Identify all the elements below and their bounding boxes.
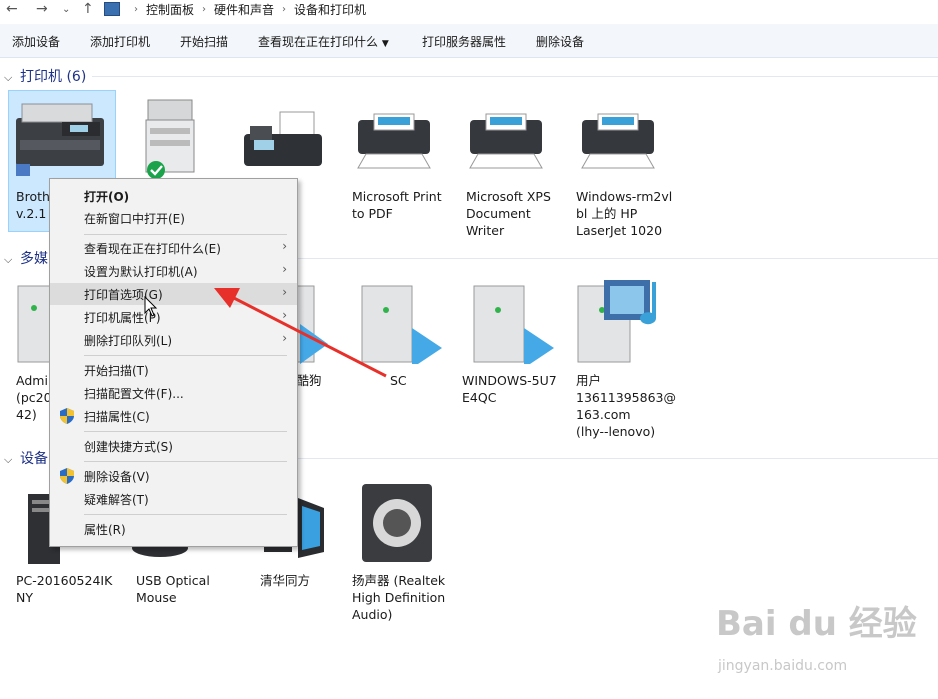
media-server-icon[interactable] xyxy=(14,284,54,364)
device-label: PC-20160524IK NY xyxy=(16,573,113,605)
group-divider xyxy=(92,76,938,77)
printer-label: Broth v.2.1 xyxy=(16,189,50,221)
group-divider xyxy=(296,458,938,459)
forward-icon[interactable]: → xyxy=(36,1,48,17)
menu-item-label: 扫描配置文件(F)... xyxy=(84,387,184,401)
device-label: 扬声器 (Realtek High Definition Audio) xyxy=(352,573,446,622)
media-label: SC xyxy=(390,373,407,388)
multifunction-printer-icon[interactable] xyxy=(12,96,108,176)
fax-icon[interactable] xyxy=(240,110,330,172)
menu-item-label: 创建快捷方式(S) xyxy=(84,440,173,454)
menu-item-scan-properties[interactable]: 扫描属性(C) xyxy=(50,405,297,427)
menu-item-label: 开始扫描(T) xyxy=(84,364,149,378)
printer-label: Microsoft XPS Document Writer xyxy=(466,189,551,238)
menu-separator xyxy=(84,234,287,235)
device-label: USB Optical Mouse xyxy=(136,573,210,605)
group-divider xyxy=(296,258,938,259)
speaker-icon[interactable] xyxy=(358,480,436,564)
chevron-right-icon: › xyxy=(202,3,207,15)
uac-shield-icon xyxy=(60,468,74,484)
menu-item-see-printing[interactable]: 查看现在正在打印什么(E) › xyxy=(50,237,297,259)
chevron-down-icon: ⌵ xyxy=(4,253,13,266)
menu-item-label: 在新窗口中打开(E) xyxy=(84,212,185,226)
breadcrumb-hardware-sound[interactable]: 硬件和声音 xyxy=(214,1,274,18)
command-bar: 添加设备 添加打印机 开始扫描 查看现在正在打印什么 ▼ 打印服务器属性 删除设… xyxy=(0,24,938,58)
chevron-right-icon: › xyxy=(134,3,138,15)
printer-label: Microsoft Print to PDF xyxy=(352,189,442,221)
xps-printer-icon[interactable] xyxy=(352,110,436,172)
back-icon[interactable]: ← xyxy=(6,1,18,17)
see-printing-button[interactable]: 查看现在正在打印什么 ▼ xyxy=(258,33,389,50)
menu-item-troubleshoot[interactable]: 疑难解答(T) xyxy=(50,488,297,510)
menu-item-label: 设置为默认打印机(A) xyxy=(84,265,198,279)
menu-item-properties[interactable]: 属性(R) xyxy=(50,518,297,540)
recent-dropdown-icon[interactable]: ⌄ xyxy=(62,4,70,15)
menu-separator xyxy=(84,461,287,462)
copier-printer-icon[interactable] xyxy=(140,94,200,180)
printer-label: Windows-rm2vl bl 上的 HP LaserJet 1020 xyxy=(576,189,673,238)
device-label: 清华同方 xyxy=(260,573,311,588)
start-scan-button[interactable]: 开始扫描 xyxy=(180,33,228,50)
baidu-watermark-url: jingyan.baidu.com xyxy=(718,658,848,674)
baidu-watermark: Bai du 经验 xyxy=(716,604,917,644)
menu-separator xyxy=(84,514,287,515)
add-printer-button[interactable]: 添加打印机 xyxy=(90,33,150,50)
multimedia-group-header[interactable]: ⌵ 多媒 xyxy=(0,248,48,268)
menu-item-scan-profiles[interactable]: 扫描配置文件(F)... xyxy=(50,382,297,404)
chevron-right-icon: › xyxy=(282,3,287,15)
menu-item-set-default[interactable]: 设置为默认打印机(A) › xyxy=(50,260,297,282)
menu-item-label: 删除打印队列(L) xyxy=(84,334,173,348)
remove-device-button[interactable]: 删除设备 xyxy=(536,33,584,50)
uac-shield-icon xyxy=(60,408,74,424)
network-printer-icon[interactable] xyxy=(576,110,660,172)
printers-group-header[interactable]: ⌵ 打印机 (6) xyxy=(0,66,86,86)
media-label: 用户 13611395863@ 163.com (lhy--lenovo) xyxy=(576,373,676,439)
menu-item-label: 查看现在正在打印什么(E) xyxy=(84,242,221,256)
printer-icon[interactable] xyxy=(464,110,548,172)
menu-item-create-shortcut[interactable]: 创建快捷方式(S) xyxy=(50,435,297,457)
chevron-right-icon: › xyxy=(282,262,287,276)
menu-separator xyxy=(84,431,287,432)
media-server-icon[interactable] xyxy=(472,284,558,364)
multimedia-group-title: 多媒 xyxy=(20,251,48,267)
annotation-arrow-icon xyxy=(214,288,387,378)
breadcrumb-control-panel[interactable]: 控制面板 xyxy=(146,1,194,18)
chevron-down-icon: ⌵ xyxy=(4,453,13,466)
menu-item-label: 扫描属性(C) xyxy=(84,410,150,424)
address-bar: ← → ⌄ ↑ › 控制面板 › 硬件和声音 › 设备和打印机 xyxy=(0,0,938,22)
media-label: WINDOWS-5U7 E4QC xyxy=(462,373,557,405)
menu-item-label: 删除设备(V) xyxy=(84,470,150,484)
breadcrumb-devices-printers[interactable]: 设备和打印机 xyxy=(294,1,366,18)
see-printing-label: 查看现在正在打印什么 xyxy=(258,35,379,49)
chevron-right-icon: › xyxy=(282,239,287,253)
menu-item-label: 属性(R) xyxy=(84,523,126,537)
printers-group-title: 打印机 (6) xyxy=(20,69,87,85)
chevron-down-icon: ⌵ xyxy=(4,71,13,84)
menu-item-remove-device[interactable]: 删除设备(V) xyxy=(50,465,297,487)
breadcrumb: › 控制面板 › 硬件和声音 › 设备和打印机 xyxy=(104,0,366,18)
menu-item-open[interactable]: 打开(O) xyxy=(50,185,297,207)
print-server-properties-button[interactable]: 打印服务器属性 xyxy=(422,33,506,50)
up-icon[interactable]: ↑ xyxy=(82,1,94,17)
menu-item-open-new-window[interactable]: 在新窗口中打开(E) xyxy=(50,207,297,229)
add-device-button[interactable]: 添加设备 xyxy=(12,33,60,50)
menu-item-label: 疑难解答(T) xyxy=(84,493,149,507)
control-panel-icon xyxy=(104,2,120,16)
devices-group-title: 设备 xyxy=(20,451,48,467)
devices-group-header[interactable]: ⌵ 设备 xyxy=(0,448,48,468)
menu-item-label: 打开(O) xyxy=(84,190,130,204)
media-label: Admi (pc20 42) xyxy=(16,373,52,422)
dropdown-triangle-icon: ▼ xyxy=(381,39,389,49)
mouse-cursor-icon xyxy=(144,296,158,317)
media-library-icon[interactable] xyxy=(574,276,670,366)
